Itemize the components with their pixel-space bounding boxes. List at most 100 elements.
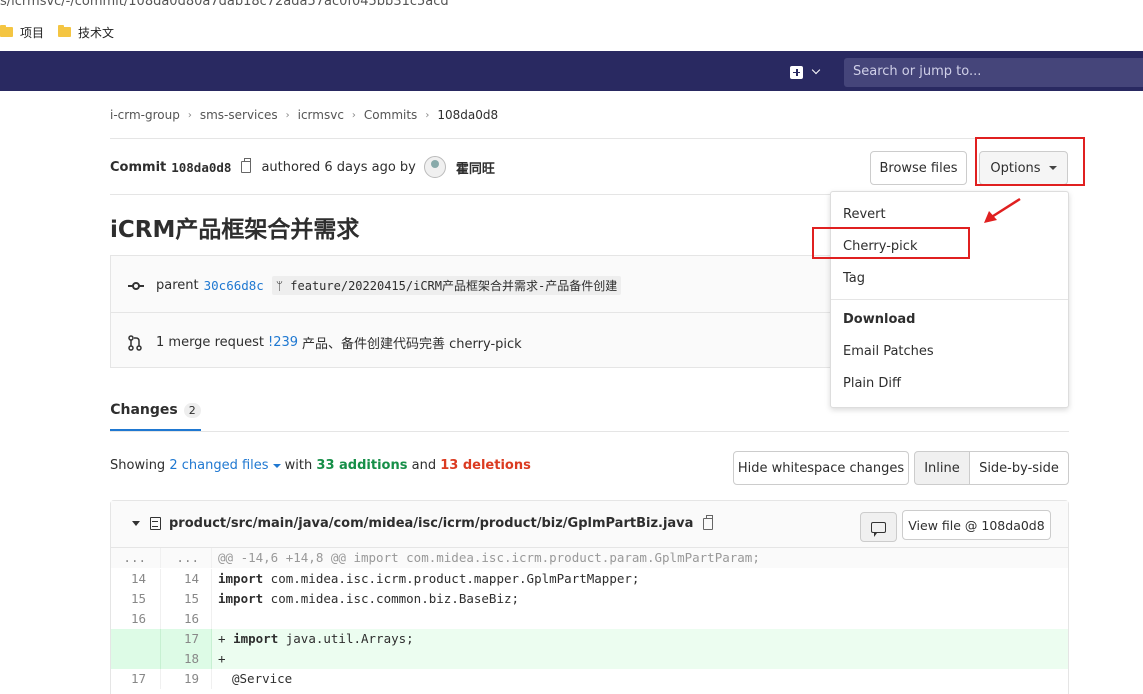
bookmark-tech-articles[interactable]: 技术文 bbox=[58, 24, 114, 41]
view-file-button[interactable]: View file @ 108da0d8 bbox=[902, 510, 1051, 540]
breadcrumb-project[interactable]: icrmsvc bbox=[298, 108, 344, 122]
breadcrumb-subgroup[interactable]: sms-services bbox=[200, 108, 278, 122]
diff-row: 17 19 @Service bbox=[111, 669, 1068, 689]
diff-row: 16 16 bbox=[111, 609, 1068, 629]
inline-view-button[interactable]: Inline bbox=[914, 451, 970, 485]
commit-sha: 108da0d8 bbox=[171, 159, 232, 175]
code-line: @Service bbox=[232, 671, 293, 686]
diff-sign: + bbox=[218, 651, 226, 666]
merge-request-info: 1 merge request !239 产品、备件创建代码完善 cherry-… bbox=[128, 333, 522, 352]
new-line-number: ... bbox=[161, 548, 212, 568]
code-line: import com.midea.isc.common.biz.BaseBiz; bbox=[212, 589, 1068, 609]
old-line-number[interactable]: 17 bbox=[111, 669, 161, 689]
hide-whitespace-label: Hide whitespace changes bbox=[737, 460, 905, 476]
divider bbox=[110, 138, 1069, 139]
old-line-number[interactable]: 15 bbox=[111, 589, 161, 609]
authored-text: authored 6 days ago by bbox=[261, 159, 416, 175]
comment-button[interactable] bbox=[860, 512, 897, 542]
code-text: com.midea.isc.common.biz.BaseBiz; bbox=[263, 591, 520, 606]
new-line-number[interactable]: 18 bbox=[161, 649, 212, 669]
author-name[interactable]: 霍同旺 bbox=[456, 158, 495, 177]
new-line-number[interactable]: 14 bbox=[161, 569, 212, 589]
menu-divider bbox=[831, 299, 1068, 300]
side-by-side-button[interactable]: Side-by-side bbox=[969, 451, 1069, 485]
showing-text: Showing bbox=[110, 458, 166, 473]
diff-row-added: 17 + import java.util.Arrays; bbox=[111, 629, 1068, 649]
bookmark-projects[interactable]: 项目 bbox=[0, 24, 44, 41]
caret-down-icon bbox=[272, 463, 281, 468]
diff-stats: Showing 2 changed files with 33 addition… bbox=[110, 458, 531, 473]
search-input[interactable]: Search or jump to... bbox=[844, 58, 1143, 87]
browse-files-label: Browse files bbox=[879, 160, 958, 176]
new-line-number[interactable]: 16 bbox=[161, 609, 212, 629]
folder-icon bbox=[0, 25, 13, 37]
diff-row-added: 18 + bbox=[111, 649, 1068, 669]
browse-files-button[interactable]: Browse files bbox=[870, 151, 967, 185]
parent-info: parent 30c66d8c ᛘ feature/20220415/iCRM产… bbox=[128, 276, 622, 295]
old-line-number[interactable]: 14 bbox=[111, 569, 161, 589]
changes-count-badge: 2 bbox=[183, 402, 201, 418]
branch-name: feature/20220415/iCRM产品框架合并需求-产品备件创建 bbox=[290, 279, 618, 293]
menu-item-revert[interactable]: Revert bbox=[843, 207, 886, 222]
file-text-icon bbox=[150, 517, 161, 530]
avatar[interactable] bbox=[423, 156, 446, 178]
chevron-right-icon: › bbox=[425, 109, 430, 121]
code-keyword: import bbox=[233, 631, 279, 646]
code-line: + import java.util.Arrays; bbox=[212, 629, 1068, 649]
additions-count: 33 additions bbox=[316, 458, 408, 473]
collapse-triangle-icon[interactable] bbox=[132, 521, 140, 526]
comment-icon bbox=[871, 521, 886, 537]
hide-whitespace-button[interactable]: Hide whitespace changes bbox=[733, 451, 909, 485]
tab-changes[interactable]: Changes 2 bbox=[110, 391, 201, 431]
file-title[interactable]: product/src/main/java/com/midea/isc/icrm… bbox=[132, 514, 723, 531]
branch-icon: ᛘ bbox=[275, 279, 284, 293]
code-keyword: import bbox=[218, 571, 264, 586]
chevron-right-icon: › bbox=[351, 109, 356, 121]
parent-label: parent bbox=[156, 278, 199, 293]
file-path[interactable]: product/src/main/java/com/midea/isc/icrm… bbox=[169, 516, 693, 531]
code-line: @@ -14,6 +14,8 @@ import com.midea.isc.i… bbox=[218, 550, 760, 565]
diff-sign: + bbox=[218, 631, 226, 646]
diff-row: 14 14 import com.midea.isc.icrm.product.… bbox=[111, 569, 1068, 589]
old-line-number bbox=[111, 649, 161, 669]
folder-icon bbox=[58, 25, 72, 37]
new-line-number[interactable]: 15 bbox=[161, 589, 212, 609]
changed-files-label: 2 changed files bbox=[169, 458, 269, 473]
old-line-number[interactable]: 16 bbox=[111, 609, 161, 629]
parent-sha-link[interactable]: 30c66d8c bbox=[204, 278, 264, 293]
divider bbox=[110, 312, 830, 313]
breadcrumb-current[interactable]: 108da0d8 bbox=[437, 108, 498, 122]
diff-row-hunk: ... ... @@ -14,6 +14,8 @@ import com.mid… bbox=[111, 548, 1068, 568]
url-bar[interactable]: s/icrmsvc/-/commit/108da0d80a7dab18c72ad… bbox=[0, 0, 1143, 12]
code-line: + bbox=[212, 649, 1068, 669]
changed-files-link[interactable]: 2 changed files bbox=[169, 458, 281, 473]
new-line-number[interactable]: 19 bbox=[161, 669, 212, 689]
tab-changes-label: Changes bbox=[110, 402, 178, 418]
copy-icon[interactable] bbox=[703, 514, 714, 530]
copy-icon[interactable] bbox=[241, 158, 252, 173]
inline-label: Inline bbox=[924, 460, 960, 476]
code-text: com.midea.isc.icrm.product.mapper.GplmPa… bbox=[263, 571, 640, 586]
new-dropdown-button[interactable] bbox=[790, 63, 828, 81]
and-text: and bbox=[411, 458, 437, 473]
mr-title: 产品、备件创建代码完善 cherry-pick bbox=[302, 337, 522, 352]
chevron-down-icon bbox=[811, 65, 821, 75]
commit-title: iCRM产品框架合并需求 bbox=[110, 217, 360, 243]
code-text: java.util.Arrays; bbox=[278, 631, 414, 646]
menu-item-email-patches[interactable]: Email Patches bbox=[843, 344, 934, 359]
menu-item-plain-diff[interactable]: Plain Diff bbox=[843, 376, 901, 391]
menu-header-download: Download bbox=[843, 312, 916, 327]
mr-prefix: 1 merge request bbox=[156, 335, 264, 350]
new-line-number[interactable]: 17 bbox=[161, 629, 212, 649]
code-line: import com.midea.isc.icrm.product.mapper… bbox=[212, 569, 1068, 589]
diff-row: 15 15 import com.midea.isc.common.biz.Ba… bbox=[111, 589, 1068, 609]
highlight-box-options bbox=[975, 137, 1085, 186]
old-line-number: ... bbox=[111, 548, 161, 568]
divider bbox=[110, 194, 830, 195]
menu-item-tag[interactable]: Tag bbox=[843, 271, 865, 286]
branch-chip[interactable]: ᛘ feature/20220415/iCRM产品框架合并需求-产品备件创建 bbox=[271, 276, 622, 295]
breadcrumb-commits[interactable]: Commits bbox=[364, 108, 417, 122]
breadcrumb-group[interactable]: i-crm-group bbox=[110, 108, 180, 122]
mr-link[interactable]: !239 bbox=[268, 335, 298, 350]
